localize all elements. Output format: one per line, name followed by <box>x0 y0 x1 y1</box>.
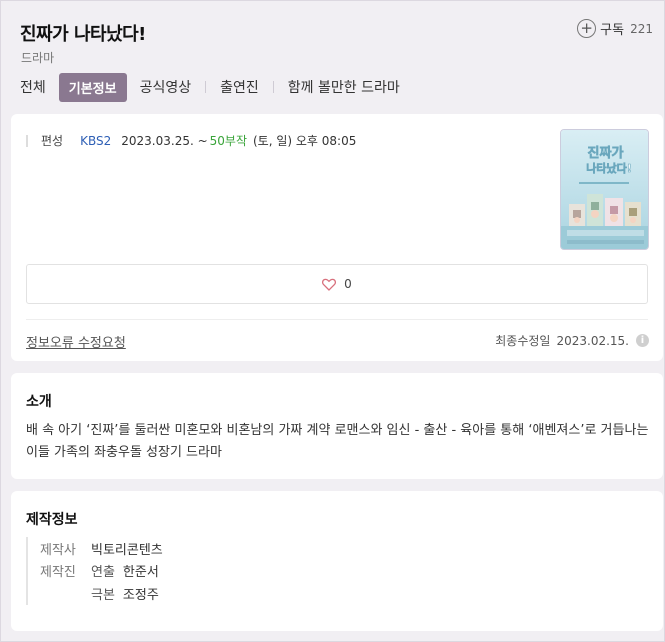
channel-link[interactable]: KBS2 <box>80 134 111 148</box>
crew-label: 제작진 <box>40 565 76 581</box>
broadcast-label: 편성 <box>41 134 64 148</box>
broadcast-info: 편성 KBS2 2023.03.25. ~ 50부작 (토, 일) 오후 08:… <box>26 132 356 149</box>
date-range: 2023.03.25. ~ <box>121 133 208 148</box>
tab-all[interactable]: 전체 <box>20 77 46 97</box>
tab-divider <box>205 81 207 93</box>
production-title: 제작정보 <box>26 512 78 528</box>
basic-info-card: 편성 KBS2 2023.03.25. ~ 50부작 (토, 일) 오후 08:… <box>11 114 663 361</box>
like-count: 0 <box>344 277 352 291</box>
like-button[interactable]: 0 <box>26 264 648 304</box>
last-updated: 최종수정일 2023.02.15. i <box>495 332 649 349</box>
director-name[interactable]: 한준서 <box>123 561 159 580</box>
episode-count: 50부작 <box>209 134 247 148</box>
heart-icon <box>322 278 337 291</box>
subscribe-label: 구독 <box>600 23 625 38</box>
updated-date: 2023.02.15. <box>556 333 629 348</box>
company-label: 제작사 <box>40 542 76 558</box>
air-schedule: (토, 일) 오후 08:05 <box>253 134 357 148</box>
subscribe-button[interactable]: + 구독 221 <box>577 19 653 38</box>
tab-basic-info[interactable]: 기본정보 <box>58 72 127 102</box>
tab-divider <box>272 81 274 93</box>
tab-cast[interactable]: 출연진 <box>220 77 259 97</box>
info-icon[interactable]: i <box>636 334 649 347</box>
poster-title-line2: 나타났다! <box>586 161 632 175</box>
tab-related-dramas[interactable]: 함께 볼만한 드라마 <box>288 77 400 97</box>
intro-title: 소개 <box>26 394 52 410</box>
production-info: 제작사 빅토리콘텐츠 제작진 연출 한준서 극본 조정주 <box>26 537 163 605</box>
plus-icon: + <box>577 19 597 38</box>
divider <box>26 319 648 320</box>
intro-card: 소개 배 속 아기 ‘진짜’를 둘러싼 미혼모와 비혼남의 가짜 계약 로맨스와… <box>11 373 663 479</box>
writer-name[interactable]: 조정주 <box>123 584 159 603</box>
poster-image[interactable]: 진짜가 나타났다! <box>560 129 649 250</box>
page-title: 진짜가 나타났다! <box>20 24 146 45</box>
report-error-link[interactable]: 정보오류 수정요청 <box>26 332 126 351</box>
poster-title-line1: 진짜가 <box>588 145 624 161</box>
tab-bar: 전체 기본정보 공식영상 출연진 함께 볼만한 드라마 <box>20 72 400 102</box>
intro-text: 배 속 아기 ‘진짜’를 둘러싼 미혼모와 비혼남의 가짜 계약 로맨스와 임신… <box>26 423 649 460</box>
production-card: 제작정보 제작사 빅토리콘텐츠 제작진 연출 한준서 극본 조정주 <box>11 491 663 631</box>
company-value[interactable]: 빅토리콘텐츠 <box>91 539 163 558</box>
tab-official-video[interactable]: 공식영상 <box>140 77 192 97</box>
genre-label: 드라마 <box>21 51 55 65</box>
updated-label: 최종수정일 <box>495 334 551 348</box>
director-role: 연출 <box>91 565 115 581</box>
subscribe-count: 221 <box>630 21 653 36</box>
writer-role: 극본 <box>91 587 115 603</box>
